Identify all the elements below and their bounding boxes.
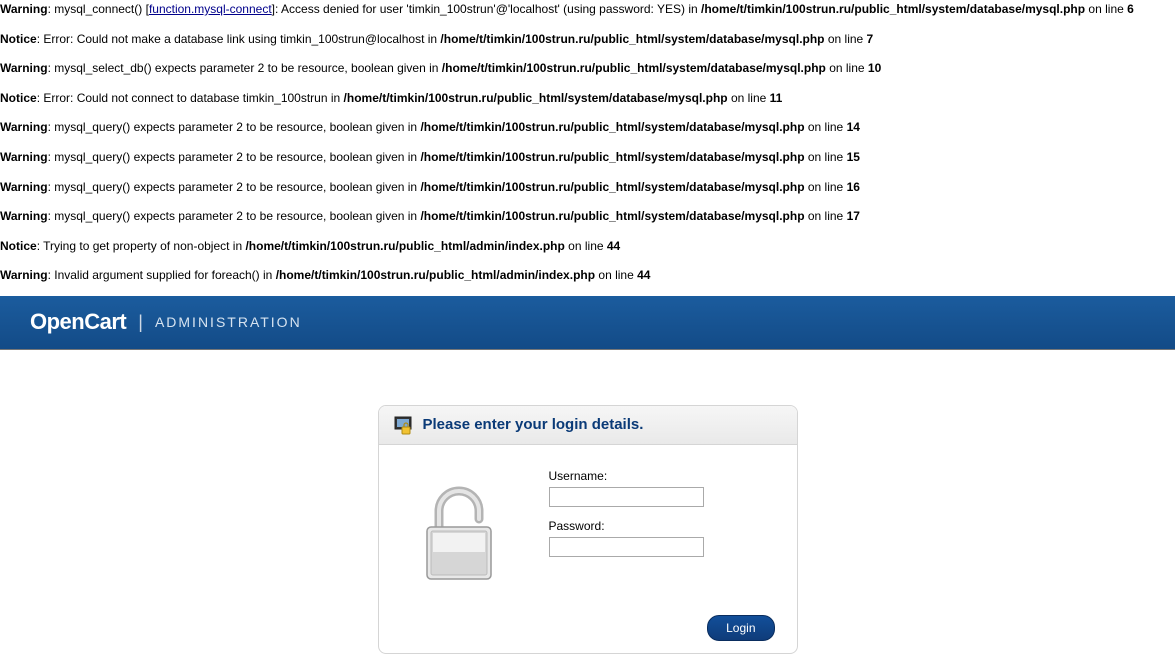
php-error-line: Notice: Error: Could not connect to data… xyxy=(0,89,1175,119)
lock-icon xyxy=(393,415,413,435)
content-area: Please enter your login details. Usernam… xyxy=(0,350,1175,654)
error-file: /home/t/timkin/100strun.ru/public_html/s… xyxy=(420,180,804,194)
error-line-number: 14 xyxy=(847,120,860,134)
function-link[interactable]: function.mysql-connect xyxy=(149,2,272,16)
error-file: /home/t/timkin/100strun.ru/public_html/s… xyxy=(442,61,826,75)
error-level: Warning xyxy=(0,120,48,134)
error-file: /home/t/timkin/100strun.ru/public_html/a… xyxy=(245,239,564,253)
error-level: Warning xyxy=(0,150,48,164)
login-button[interactable]: Login xyxy=(707,615,774,641)
username-label: Username: xyxy=(549,469,777,483)
error-file: /home/t/timkin/100strun.ru/public_html/s… xyxy=(420,120,804,134)
password-input[interactable] xyxy=(549,537,704,557)
login-title: Please enter your login details. xyxy=(423,416,644,433)
php-error-line: Warning: mysql_select_db() expects param… xyxy=(0,59,1175,89)
error-file: /home/t/timkin/100strun.ru/public_html/a… xyxy=(276,268,595,282)
administration-label: ADMINISTRATION xyxy=(155,314,302,330)
error-file: /home/t/timkin/100strun.ru/public_html/s… xyxy=(440,32,824,46)
login-box: Please enter your login details. Usernam… xyxy=(378,405,798,654)
username-input[interactable] xyxy=(549,487,704,507)
error-line-number: 6 xyxy=(1127,2,1134,16)
error-line-number: 10 xyxy=(868,61,881,75)
php-error-line: Notice: Trying to get property of non-ob… xyxy=(0,237,1175,267)
error-line-number: 44 xyxy=(607,239,620,253)
php-error-line: Warning: mysql_query() expects parameter… xyxy=(0,148,1175,178)
php-error-line: Notice: Error: Could not make a database… xyxy=(0,30,1175,60)
header-bar: OpenCart | ADMINISTRATION xyxy=(0,296,1175,350)
error-level: Warning xyxy=(0,2,48,16)
error-level: Notice xyxy=(0,91,37,105)
error-level: Warning xyxy=(0,180,48,194)
error-line-number: 44 xyxy=(637,268,650,282)
php-error-line: Warning: Invalid argument supplied for f… xyxy=(0,266,1175,296)
error-line-number: 7 xyxy=(867,32,874,46)
error-level: Notice xyxy=(0,32,37,46)
error-file: /home/t/timkin/100strun.ru/public_html/s… xyxy=(420,209,804,223)
error-level: Warning xyxy=(0,61,48,75)
php-error-line: Warning: mysql_query() expects parameter… xyxy=(0,178,1175,208)
php-error-line: Warning: mysql_connect() [function.mysql… xyxy=(0,0,1175,30)
error-line-number: 16 xyxy=(847,180,860,194)
error-file: /home/t/timkin/100strun.ru/public_html/s… xyxy=(701,2,1085,16)
error-line-number: 11 xyxy=(770,91,783,105)
error-line-number: 17 xyxy=(847,209,860,223)
php-error-list: Warning: mysql_connect() [function.mysql… xyxy=(0,0,1175,296)
error-file: /home/t/timkin/100strun.ru/public_html/s… xyxy=(344,91,728,105)
brand-divider: | xyxy=(138,312,143,333)
error-level: Warning xyxy=(0,268,48,282)
php-error-line: Warning: mysql_query() expects parameter… xyxy=(0,207,1175,237)
php-error-line: Warning: mysql_query() expects parameter… xyxy=(0,118,1175,148)
error-level: Notice xyxy=(0,239,37,253)
brand-logo: OpenCart xyxy=(30,309,126,335)
login-head: Please enter your login details. xyxy=(379,406,797,445)
error-file: /home/t/timkin/100strun.ru/public_html/s… xyxy=(420,150,804,164)
error-line-number: 15 xyxy=(847,150,860,164)
password-label: Password: xyxy=(549,519,777,533)
lock-illustration xyxy=(399,469,519,589)
error-level: Warning xyxy=(0,209,48,223)
